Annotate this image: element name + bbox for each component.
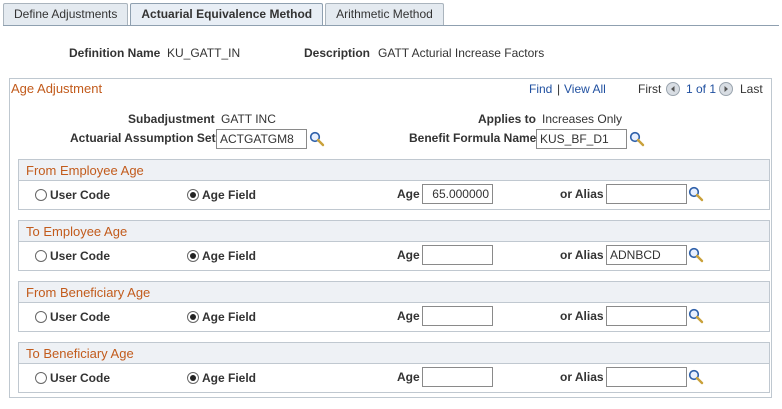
view-all-link[interactable]: View All: [564, 82, 606, 96]
user-code-label: User Code: [50, 188, 111, 202]
tab-arithmetic-method[interactable]: Arithmetic Method: [325, 3, 444, 25]
age-label: Age: [397, 309, 420, 323]
tab-actuarial-equivalence-method[interactable]: Actuarial Equivalence Method: [130, 3, 324, 26]
user-code-radio[interactable]: [35, 311, 47, 323]
age-input[interactable]: [422, 184, 493, 204]
age-input[interactable]: [422, 245, 493, 265]
find-link[interactable]: Find: [529, 82, 552, 96]
applies-to-value: Increases Only: [542, 112, 623, 126]
alias-label: or Alias: [560, 309, 604, 323]
row-count: 1 of 1: [686, 82, 717, 96]
tab-bar: Define Adjustments Actuarial Equivalence…: [3, 3, 446, 26]
user-code-radio[interactable]: [35, 189, 47, 201]
next-icon[interactable]: [719, 82, 733, 96]
age-field-label: Age Field: [202, 310, 257, 324]
alias-input[interactable]: [606, 306, 687, 326]
section-title: From Beneficiary Age: [19, 282, 769, 303]
age-field-label: Age Field: [202, 371, 257, 385]
first-label: First: [638, 82, 662, 96]
nav-separator: |: [557, 82, 561, 96]
assumption-set-input[interactable]: [216, 129, 307, 149]
benefit-formula-input[interactable]: [536, 129, 627, 149]
user-code-radio[interactable]: [35, 250, 47, 262]
definition-name-label: Definition Name: [69, 46, 161, 60]
age-adjustment-title: Age Adjustment: [11, 81, 103, 96]
tab-define-adjustments[interactable]: Define Adjustments: [3, 3, 129, 25]
benefit-formula-label: Benefit Formula Name: [409, 131, 537, 145]
applies-to-label: Applies to: [478, 112, 537, 126]
user-code-label: User Code: [50, 310, 111, 324]
alias-input[interactable]: [606, 367, 687, 387]
age-label: Age: [397, 187, 420, 201]
subadjustment-label: Subadjustment: [128, 112, 215, 126]
description-value: GATT Acturial Increase Factors: [378, 46, 545, 60]
age-field-radio[interactable]: [187, 189, 199, 201]
age-label: Age: [397, 370, 420, 384]
previous-icon[interactable]: [666, 82, 680, 96]
lookup-icon[interactable]: [688, 247, 704, 263]
tab-divider: [3, 25, 779, 26]
subadjustment-value: GATT INC: [221, 112, 276, 126]
alias-label: or Alias: [560, 248, 604, 262]
description-label: Description: [304, 46, 371, 60]
age-field-label: Age Field: [202, 249, 257, 263]
assumption-set-label: Actuarial Assumption Set: [70, 131, 216, 145]
alias-input[interactable]: [606, 184, 687, 204]
age-input[interactable]: [422, 367, 493, 387]
age-label: Age: [397, 248, 420, 262]
lookup-icon[interactable]: [629, 131, 645, 147]
alias-label: or Alias: [560, 187, 604, 201]
alias-input[interactable]: [606, 245, 687, 265]
alias-label: or Alias: [560, 370, 604, 384]
lookup-icon[interactable]: [688, 186, 704, 202]
age-input[interactable]: [422, 306, 493, 326]
age-field-radio[interactable]: [187, 372, 199, 384]
lookup-icon[interactable]: [688, 308, 704, 324]
user-code-label: User Code: [50, 371, 111, 385]
last-label: Last: [740, 82, 763, 96]
user-code-radio[interactable]: [35, 372, 47, 384]
age-field-radio[interactable]: [187, 311, 199, 323]
age-field-radio[interactable]: [187, 250, 199, 262]
lookup-icon[interactable]: [309, 131, 325, 147]
user-code-label: User Code: [50, 249, 111, 263]
definition-name-value: KU_GATT_IN: [167, 46, 241, 60]
lookup-icon[interactable]: [688, 369, 704, 385]
section-title: To Employee Age: [19, 221, 769, 242]
age-field-label: Age Field: [202, 188, 257, 202]
section-title: From Employee Age: [19, 160, 769, 181]
section-title: To Beneficiary Age: [19, 343, 769, 364]
